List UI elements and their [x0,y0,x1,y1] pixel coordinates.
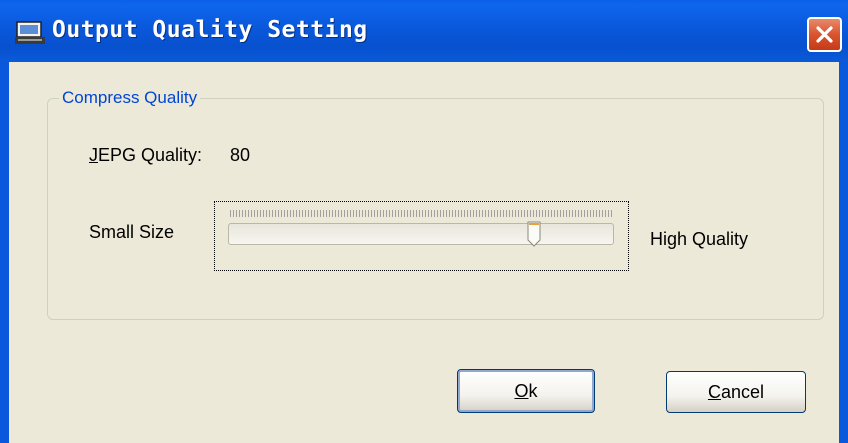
group-legend: Compress Quality [59,88,201,108]
slider-track[interactable] [228,223,614,245]
slider-thumb[interactable] [527,221,541,251]
ok-button[interactable]: Ok [457,369,595,413]
close-button[interactable] [807,17,842,52]
close-icon [816,26,833,43]
small-size-label: Small Size [89,222,175,242]
jpeg-quality-mnemonic: J [89,145,98,165]
cancel-label: ancel [720,382,765,402]
ok-label: k [528,381,538,401]
slider-ticks [230,210,612,217]
scanner-icon [15,20,45,46]
window-title: Output Quality Setting [52,17,368,43]
jpeg-quality-label: JEPG Quality: [89,145,202,166]
window-frame-left [0,62,9,443]
cancel-mnemonic: C [707,382,721,402]
jpeg-quality-value: 80 [230,145,251,165]
dialog-window: Output Quality Setting Compress Quality … [0,0,848,443]
title-bar[interactable]: Output Quality Setting [0,0,848,62]
ok-mnemonic: O [514,381,529,401]
jpeg-quality-label-text: EPG Quality: [98,145,203,165]
window-frame-right [839,62,848,443]
cancel-button[interactable]: Cancel [666,371,806,413]
high-quality-label: High Quality [650,229,749,249]
